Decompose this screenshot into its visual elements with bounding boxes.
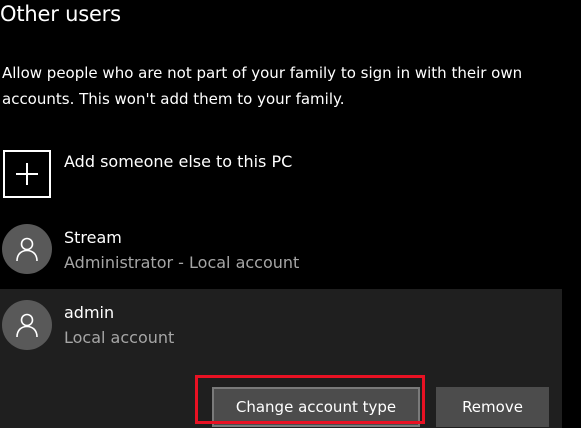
user-name: admin	[64, 303, 115, 322]
remove-button[interactable]: Remove	[436, 387, 549, 427]
change-account-type-button[interactable]: Change account type	[212, 387, 420, 427]
section-title: Other users	[0, 2, 121, 26]
user-account-type: Local account	[64, 328, 175, 347]
person-icon	[2, 300, 52, 350]
section-description: Allow people who are not part of your fa…	[2, 64, 523, 108]
add-someone-else-button[interactable]: Add someone else to this PC	[3, 150, 403, 202]
user-item-stream[interactable]: Stream Administrator - Local account	[0, 222, 562, 284]
user-name: Stream	[64, 228, 122, 247]
user-account-type: Administrator - Local account	[64, 253, 300, 272]
plus-icon	[3, 150, 51, 198]
add-someone-else-label: Add someone else to this PC	[64, 152, 293, 171]
person-icon	[2, 224, 52, 274]
